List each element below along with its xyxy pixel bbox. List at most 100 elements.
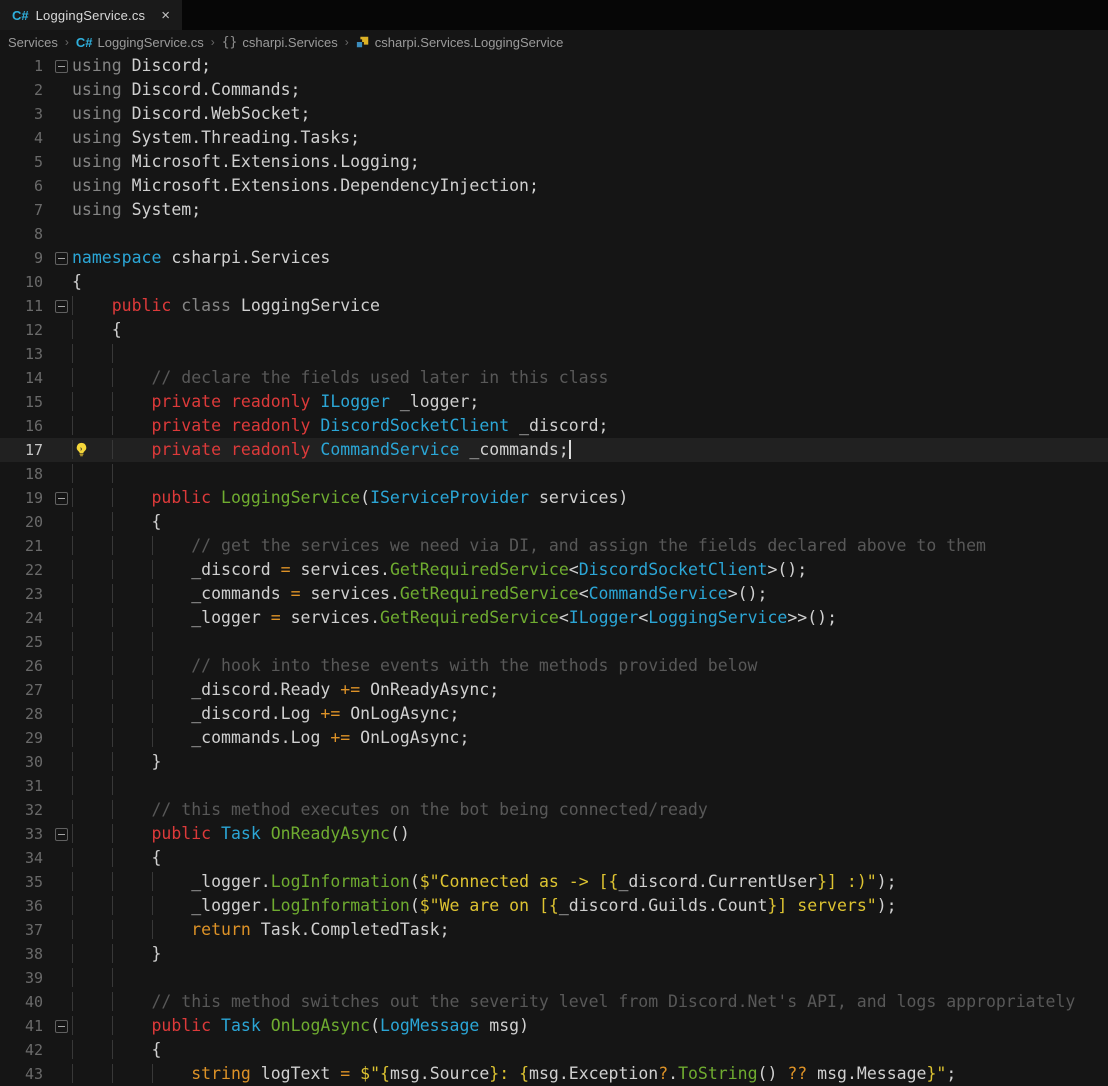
line-number[interactable]: 11 (0, 294, 50, 318)
line-number[interactable]: 22 (0, 558, 50, 582)
fold-collapse-icon[interactable] (55, 300, 68, 313)
line-number[interactable]: 9 (0, 246, 50, 270)
code-line[interactable]: 32 // this method executes on the bot be… (0, 798, 1108, 822)
breadcrumb-item-services[interactable]: Services (8, 35, 58, 50)
line-number[interactable]: 5 (0, 150, 50, 174)
line-number[interactable]: 15 (0, 390, 50, 414)
line-number[interactable]: 32 (0, 798, 50, 822)
code-line[interactable]: 18 (0, 462, 1108, 486)
code-line[interactable]: 16 private readonly DiscordSocketClient … (0, 414, 1108, 438)
line-number[interactable]: 24 (0, 606, 50, 630)
code-line[interactable]: 27 _discord.Ready += OnReadyAsync; (0, 678, 1108, 702)
line-number[interactable]: 18 (0, 462, 50, 486)
line-number[interactable]: 13 (0, 342, 50, 366)
code-line[interactable]: 22 _discord = services.GetRequiredServic… (0, 558, 1108, 582)
code-line[interactable]: 17 private readonly CommandService _comm… (0, 438, 1108, 462)
line-number[interactable]: 1 (0, 54, 50, 78)
line-number[interactable]: 8 (0, 222, 50, 246)
code-line[interactable]: 21 // get the services we need via DI, a… (0, 534, 1108, 558)
code-line[interactable]: 41 public Task OnLogAsync(LogMessage msg… (0, 1014, 1108, 1038)
code-line[interactable]: 7using System; (0, 198, 1108, 222)
code-line[interactable]: 6using Microsoft.Extensions.DependencyIn… (0, 174, 1108, 198)
code-line[interactable]: 38 } (0, 942, 1108, 966)
code-line[interactable]: 26 // hook into these events with the me… (0, 654, 1108, 678)
code-line[interactable]: 29 _commands.Log += OnLogAsync; (0, 726, 1108, 750)
code-line[interactable]: 1using Discord; (0, 54, 1108, 78)
code-line[interactable]: 28 _discord.Log += OnLogAsync; (0, 702, 1108, 726)
code-editor[interactable]: 1using Discord;2using Discord.Commands;3… (0, 54, 1108, 1086)
code-line[interactable]: 39 (0, 966, 1108, 990)
code-line[interactable]: 20 { (0, 510, 1108, 534)
line-number[interactable]: 4 (0, 126, 50, 150)
code-line[interactable]: 4using System.Threading.Tasks; (0, 126, 1108, 150)
breadcrumb-item-csharpi-services[interactable]: {}csharpi.Services (222, 35, 338, 50)
line-number[interactable]: 29 (0, 726, 50, 750)
code-line[interactable]: 3using Discord.WebSocket; (0, 102, 1108, 126)
line-number[interactable]: 25 (0, 630, 50, 654)
code-line[interactable]: 23 _commands = services.GetRequiredServi… (0, 582, 1108, 606)
line-number[interactable]: 35 (0, 870, 50, 894)
breadcrumb-item-csharpi-services-loggingservice[interactable]: csharpi.Services.LoggingService (356, 35, 564, 50)
fold-collapse-icon[interactable] (55, 252, 68, 265)
code-line[interactable]: 8 (0, 222, 1108, 246)
code-line[interactable]: 2using Discord.Commands; (0, 78, 1108, 102)
code-line[interactable]: 40 // this method switches out the sever… (0, 990, 1108, 1014)
code-line[interactable]: 14 // declare the fields used later in t… (0, 366, 1108, 390)
line-number[interactable]: 21 (0, 534, 50, 558)
code-line[interactable]: 42 { (0, 1038, 1108, 1062)
line-number[interactable]: 43 (0, 1062, 50, 1086)
line-number[interactable]: 14 (0, 366, 50, 390)
code-line[interactable]: 10{ (0, 270, 1108, 294)
line-number[interactable]: 26 (0, 654, 50, 678)
line-number[interactable]: 16 (0, 414, 50, 438)
line-number[interactable]: 34 (0, 846, 50, 870)
fold-collapse-icon[interactable] (55, 1020, 68, 1033)
line-number[interactable]: 41 (0, 1014, 50, 1038)
code-line[interactable]: 11 public class LoggingService (0, 294, 1108, 318)
code-line[interactable]: 15 private readonly ILogger _logger; (0, 390, 1108, 414)
line-number[interactable]: 31 (0, 774, 50, 798)
line-number[interactable]: 36 (0, 894, 50, 918)
line-number[interactable]: 39 (0, 966, 50, 990)
tab-loggingservice[interactable]: C# LoggingService.cs × (0, 0, 182, 30)
code-line[interactable]: 19 public LoggingService(IServiceProvide… (0, 486, 1108, 510)
lightbulb-icon[interactable] (74, 442, 89, 457)
code-line[interactable]: 12 { (0, 318, 1108, 342)
fold-collapse-icon[interactable] (55, 492, 68, 505)
line-number[interactable]: 42 (0, 1038, 50, 1062)
line-number[interactable]: 38 (0, 942, 50, 966)
code-line[interactable]: 24 _logger = services.GetRequiredService… (0, 606, 1108, 630)
line-number[interactable]: 27 (0, 678, 50, 702)
line-number[interactable]: 37 (0, 918, 50, 942)
line-number[interactable]: 23 (0, 582, 50, 606)
code-line[interactable]: 37 return Task.CompletedTask; (0, 918, 1108, 942)
code-line[interactable]: 9namespace csharpi.Services (0, 246, 1108, 270)
code-line[interactable]: 5using Microsoft.Extensions.Logging; (0, 150, 1108, 174)
line-number[interactable]: 33 (0, 822, 50, 846)
fold-collapse-icon[interactable] (55, 828, 68, 841)
code-line[interactable]: 31 (0, 774, 1108, 798)
line-number[interactable]: 7 (0, 198, 50, 222)
code-line[interactable]: 43 string logText = $"{msg.Source}: {msg… (0, 1062, 1108, 1086)
fold-collapse-icon[interactable] (55, 60, 68, 73)
line-number[interactable]: 20 (0, 510, 50, 534)
line-number[interactable]: 2 (0, 78, 50, 102)
code-line[interactable]: 35 _logger.LogInformation($"Connected as… (0, 870, 1108, 894)
line-number[interactable]: 30 (0, 750, 50, 774)
code-line[interactable]: 36 _logger.LogInformation($"We are on [{… (0, 894, 1108, 918)
line-number[interactable]: 3 (0, 102, 50, 126)
code-line[interactable]: 13 (0, 342, 1108, 366)
line-number[interactable]: 10 (0, 270, 50, 294)
code-line[interactable]: 34 { (0, 846, 1108, 870)
line-number[interactable]: 17 (0, 438, 50, 462)
line-number[interactable]: 6 (0, 174, 50, 198)
code-line[interactable]: 30 } (0, 750, 1108, 774)
line-number[interactable]: 40 (0, 990, 50, 1014)
close-icon[interactable]: × (161, 8, 170, 23)
line-number[interactable]: 12 (0, 318, 50, 342)
line-number[interactable]: 28 (0, 702, 50, 726)
code-line[interactable]: 25 (0, 630, 1108, 654)
code-line[interactable]: 33 public Task OnReadyAsync() (0, 822, 1108, 846)
breadcrumb-item-loggingservice-cs[interactable]: C#LoggingService.cs (76, 35, 204, 50)
line-number[interactable]: 19 (0, 486, 50, 510)
